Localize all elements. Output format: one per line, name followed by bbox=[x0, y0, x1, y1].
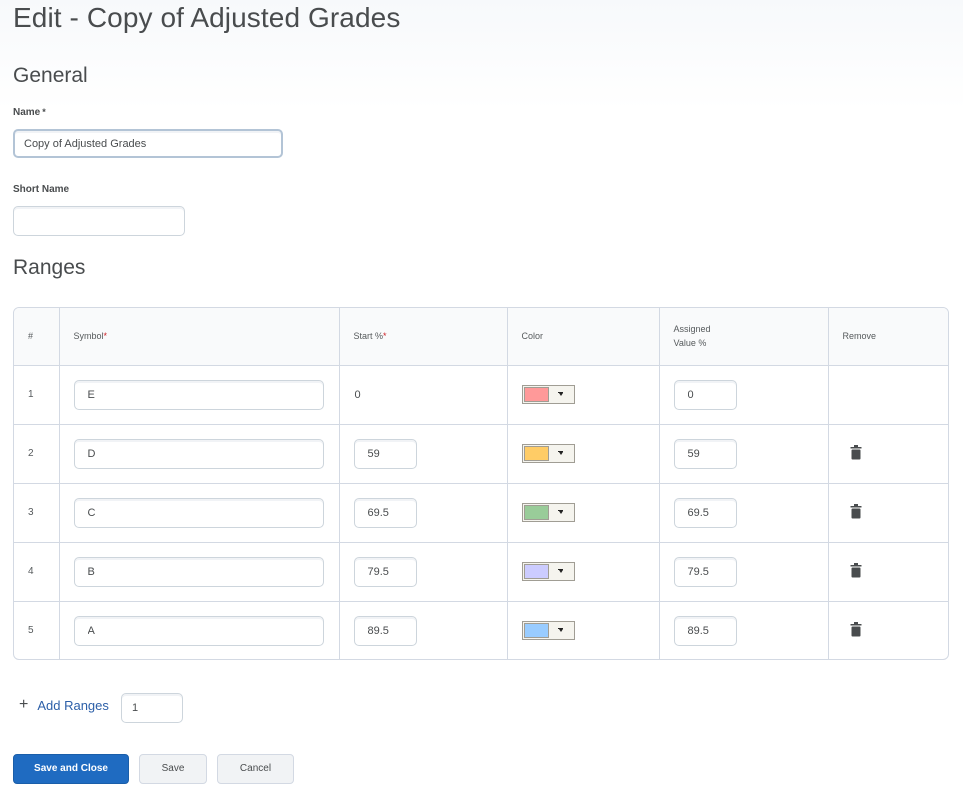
row-index: 5 bbox=[14, 601, 60, 659]
row-index: 4 bbox=[14, 542, 60, 602]
start-cell: 0 bbox=[339, 365, 508, 425]
ranges-table: # Symbol* Start %* Color Assigned Value %… bbox=[13, 307, 949, 660]
add-ranges-link[interactable]: Add Ranges bbox=[37, 698, 109, 713]
color-swatch bbox=[523, 563, 549, 579]
assigned-value-input[interactable] bbox=[673, 438, 737, 469]
name-label-text: Name bbox=[13, 107, 41, 118]
color-swatch bbox=[523, 386, 549, 402]
start-cell bbox=[339, 424, 508, 484]
caret-down-icon bbox=[549, 391, 573, 396]
column-header-assigned-line1: Assigned bbox=[673, 324, 711, 335]
assigned-cell bbox=[659, 542, 829, 602]
ranges-heading: Ranges bbox=[13, 256, 86, 279]
general-heading: General bbox=[13, 64, 88, 87]
table-row: 4 bbox=[14, 542, 948, 602]
required-marker: * bbox=[103, 331, 108, 342]
table-header-row: # Symbol* Start %* Color Assigned Value %… bbox=[14, 308, 948, 366]
start-input[interactable] bbox=[353, 556, 417, 587]
table-row: 3 bbox=[14, 483, 948, 543]
add-ranges: + Add Ranges bbox=[19, 697, 109, 713]
color-picker[interactable] bbox=[521, 443, 575, 463]
remove-cell bbox=[828, 483, 948, 543]
remove-cell bbox=[828, 601, 948, 659]
color-picker[interactable] bbox=[521, 620, 575, 640]
assigned-value-input[interactable] bbox=[673, 556, 737, 587]
assigned-cell bbox=[659, 365, 829, 425]
start-input[interactable] bbox=[353, 615, 417, 646]
column-header-symbol-text: Symbol bbox=[73, 331, 104, 342]
trash-icon[interactable] bbox=[849, 562, 863, 578]
color-cell bbox=[507, 483, 660, 543]
caret-down-icon bbox=[549, 509, 573, 514]
column-header-index: # bbox=[14, 308, 60, 366]
start-cell bbox=[339, 601, 508, 659]
column-header-assigned-line2: Value % bbox=[673, 338, 707, 349]
symbol-cell bbox=[59, 424, 340, 484]
cancel-button[interactable]: Cancel bbox=[217, 754, 294, 784]
trash-icon[interactable] bbox=[849, 444, 863, 460]
row-index: 2 bbox=[14, 424, 60, 484]
color-cell bbox=[507, 542, 660, 602]
color-swatch bbox=[523, 445, 549, 461]
symbol-input[interactable] bbox=[73, 556, 324, 587]
assigned-value-input[interactable] bbox=[673, 379, 737, 410]
symbol-input[interactable] bbox=[73, 438, 324, 469]
row-index: 1 bbox=[14, 365, 60, 425]
assigned-value-input[interactable] bbox=[673, 497, 737, 528]
symbol-input[interactable] bbox=[73, 497, 324, 528]
short-name-label: Short Name bbox=[13, 184, 70, 195]
color-picker[interactable] bbox=[521, 502, 575, 522]
short-name-input[interactable] bbox=[13, 206, 185, 236]
symbol-cell bbox=[59, 542, 340, 602]
start-input[interactable] bbox=[353, 497, 417, 528]
symbol-cell bbox=[59, 483, 340, 543]
save-and-close-button[interactable]: Save and Close bbox=[13, 754, 129, 784]
symbol-cell bbox=[59, 601, 340, 659]
plus-icon[interactable]: + bbox=[19, 697, 28, 713]
assigned-value-input[interactable] bbox=[673, 615, 737, 646]
remove-cell bbox=[828, 424, 948, 484]
trash-icon[interactable] bbox=[849, 621, 863, 637]
caret-down-icon bbox=[549, 568, 573, 573]
symbol-cell bbox=[59, 365, 340, 425]
trash-icon[interactable] bbox=[849, 503, 863, 519]
start-cell bbox=[339, 483, 508, 543]
assigned-cell bbox=[659, 483, 829, 543]
name-label: Name * bbox=[13, 107, 46, 118]
column-header-symbol: Symbol* bbox=[59, 308, 340, 366]
add-ranges-count-input[interactable] bbox=[121, 693, 183, 723]
start-input[interactable] bbox=[353, 438, 417, 469]
remove-cell bbox=[828, 365, 948, 425]
name-input[interactable] bbox=[13, 129, 283, 158]
color-picker[interactable] bbox=[521, 561, 575, 581]
table-row: 2 bbox=[14, 424, 948, 484]
required-marker: * bbox=[383, 331, 387, 342]
column-header-assigned: Assigned Value % bbox=[659, 308, 829, 366]
assigned-cell bbox=[659, 424, 829, 484]
table-row: 5 bbox=[14, 601, 948, 659]
page-title: Edit - Copy of Adjusted Grades bbox=[13, 2, 401, 33]
color-swatch bbox=[523, 622, 549, 638]
start-value: 0 bbox=[354, 388, 361, 401]
color-picker[interactable] bbox=[521, 384, 575, 404]
column-header-start-text: Start % bbox=[353, 331, 384, 342]
save-button[interactable]: Save bbox=[139, 754, 207, 784]
row-index: 3 bbox=[14, 483, 60, 543]
table-row: 1 0 bbox=[14, 365, 948, 425]
symbol-input[interactable] bbox=[73, 379, 324, 410]
color-cell bbox=[507, 365, 660, 425]
start-cell bbox=[339, 542, 508, 602]
color-swatch bbox=[523, 504, 549, 520]
column-header-color: Color bbox=[507, 308, 660, 366]
column-header-start: Start %* bbox=[339, 308, 508, 366]
column-header-remove: Remove bbox=[828, 308, 948, 366]
color-cell bbox=[507, 601, 660, 659]
required-marker: * bbox=[42, 107, 46, 117]
color-cell bbox=[507, 424, 660, 484]
symbol-input[interactable] bbox=[73, 615, 324, 646]
assigned-cell bbox=[659, 601, 829, 659]
caret-down-icon bbox=[549, 627, 573, 632]
caret-down-icon bbox=[549, 450, 573, 455]
remove-cell bbox=[828, 542, 948, 602]
